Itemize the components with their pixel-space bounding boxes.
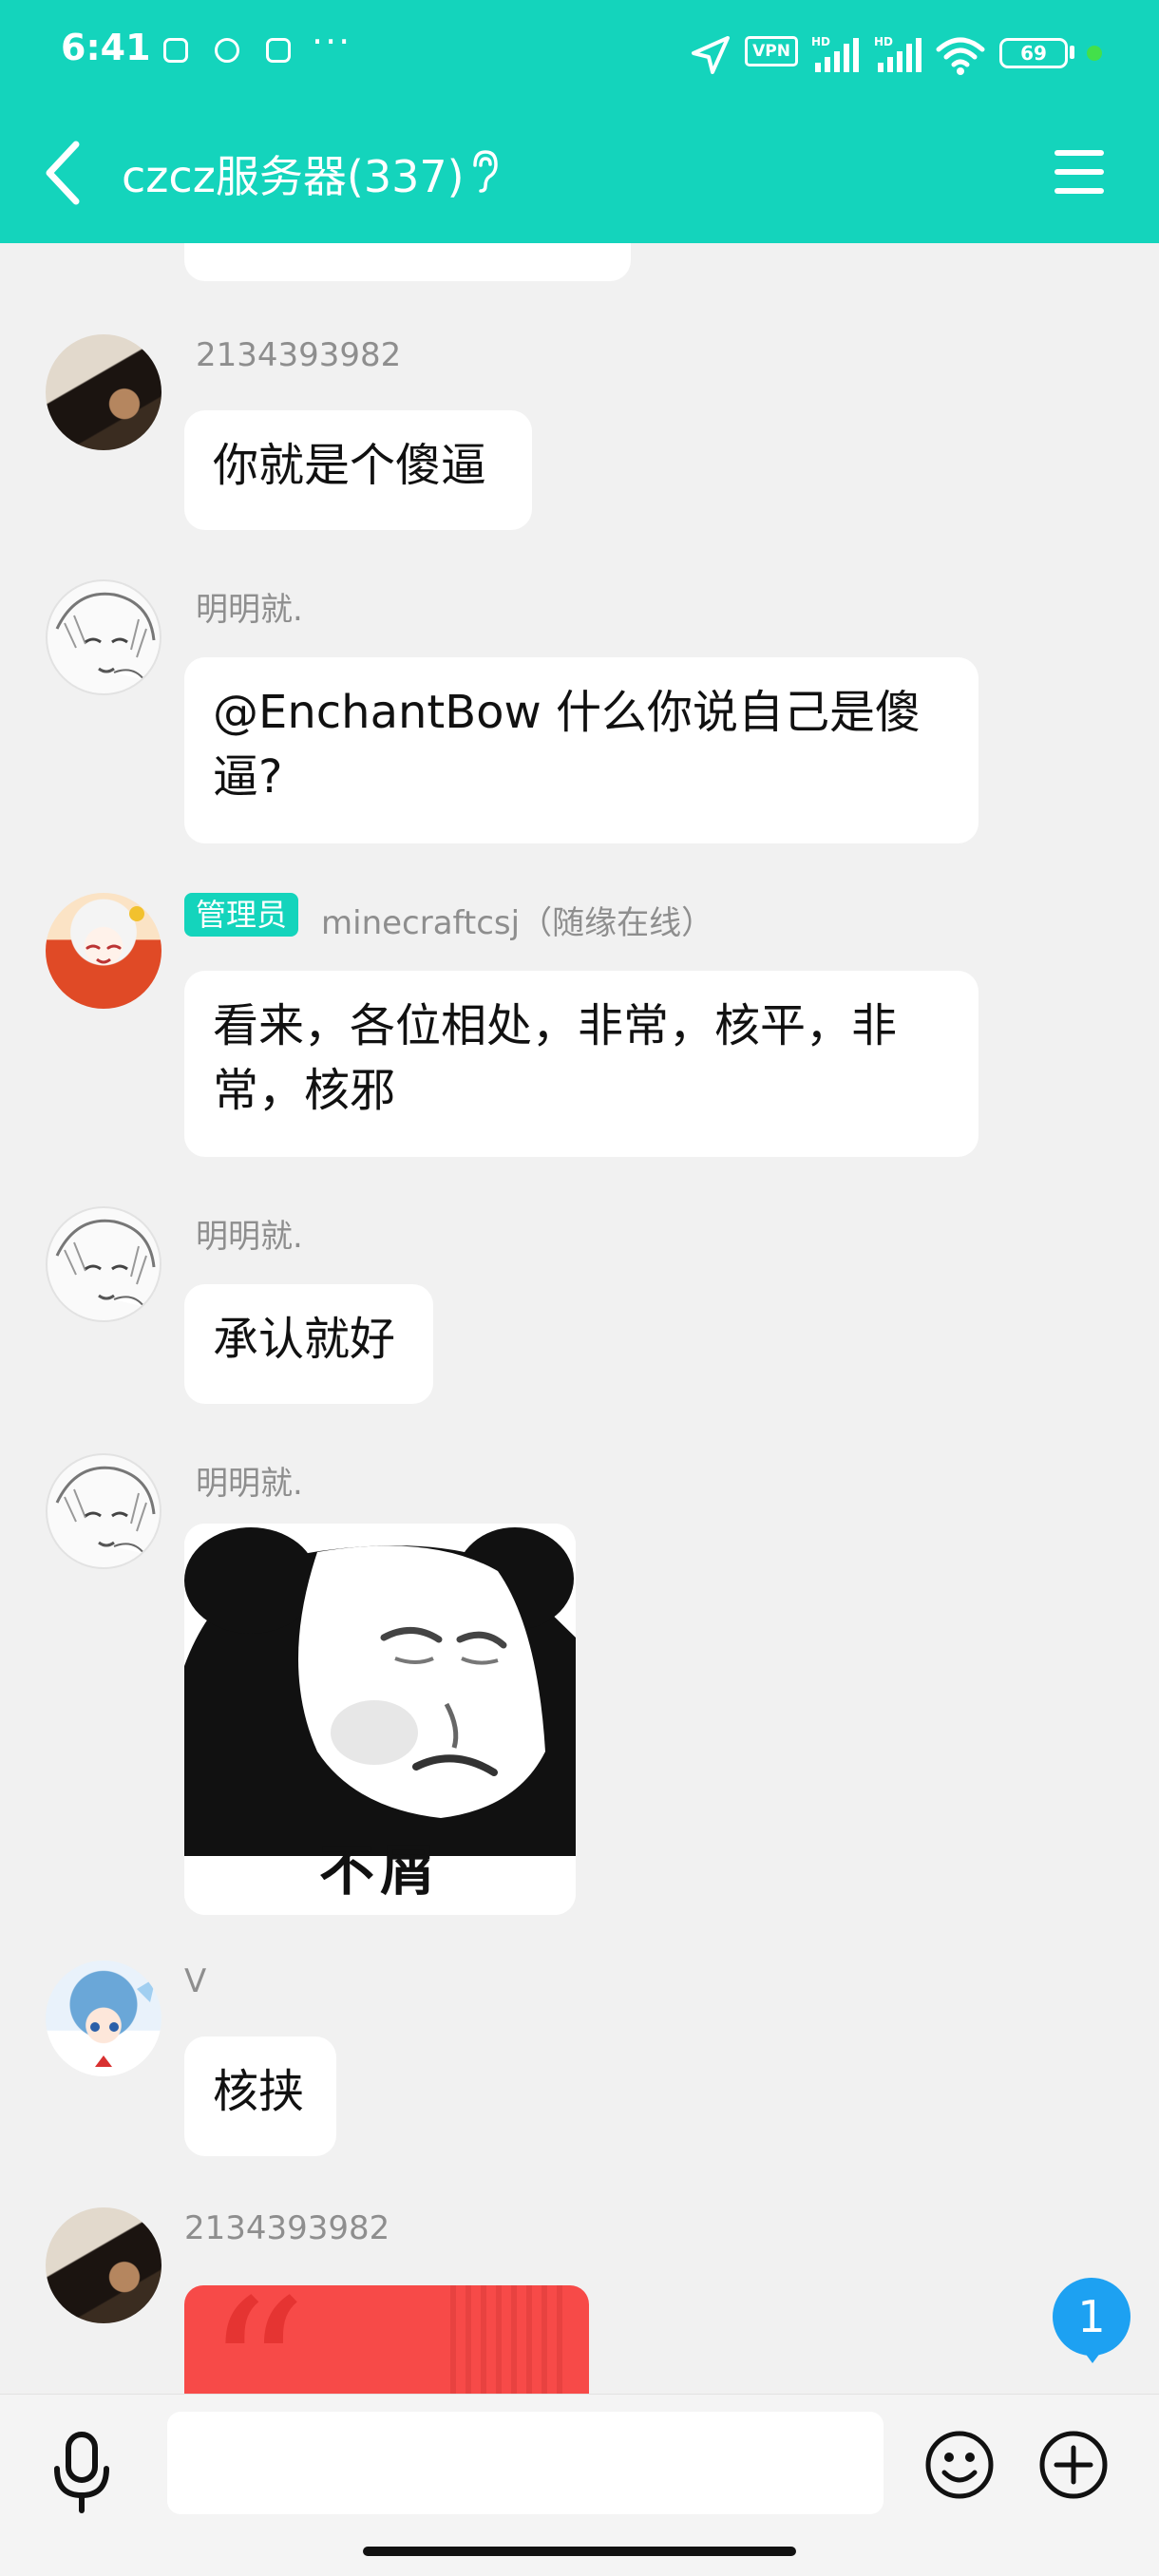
cell-signal-icon-2: HD — [874, 35, 922, 72]
wifi-icon — [936, 37, 985, 75]
status-time: 6:41 — [61, 27, 151, 68]
battery-cap — [1070, 46, 1074, 59]
unread-badge-tail — [1081, 2348, 1104, 2363]
message-text-line: 看来，各位相处，非常，核平，非 — [213, 999, 898, 1052]
message-bubble-partial[interactable] — [184, 243, 631, 281]
sketch-avatar-image — [55, 1219, 156, 1308]
message-text-line: 常，核邪 — [213, 1064, 396, 1117]
menu-line — [1054, 169, 1104, 175]
message-list[interactable]: 2134393982 你就是个傻逼 明明就. @EnchantBow 什么你说自… — [0, 243, 1159, 2394]
menu-line — [1054, 188, 1104, 194]
input-bar — [0, 2394, 1159, 2576]
svg-text:HD: HD — [874, 35, 893, 48]
card-stripes — [450, 2285, 568, 2394]
avatar[interactable] — [46, 893, 162, 1009]
sticker-caption: 不屑 — [318, 1838, 441, 1903]
chat-screen: 6:41 ··· VPN HD HD 69 czcz服务器(337) 21343… — [0, 0, 1159, 2576]
avatar[interactable] — [46, 579, 162, 695]
message-input[interactable] — [167, 2412, 884, 2514]
sketch-avatar-image — [55, 592, 156, 681]
more-notifications-icon: ··· — [312, 21, 352, 63]
sender-name: 2134393982 — [184, 2209, 390, 2247]
back-button[interactable] — [34, 133, 95, 213]
sender-name: 明明就. — [196, 591, 303, 629]
home-indicator[interactable] — [363, 2547, 796, 2556]
message-bubble[interactable]: 看来，各位相处，非常，核平，非 常，核邪 — [184, 971, 978, 1157]
avatar[interactable] — [46, 1453, 162, 1569]
menu-button[interactable] — [1045, 144, 1113, 201]
sketch-avatar-image — [55, 1466, 156, 1555]
top-bar: 6:41 ··· VPN HD HD 69 czcz服务器(337) — [0, 0, 1159, 243]
sender-name: 明明就. — [196, 1465, 303, 1503]
battery-icon: 69 — [999, 38, 1068, 68]
location-arrow-icon — [692, 36, 730, 74]
avatar[interactable] — [46, 2207, 162, 2323]
message-bubble[interactable]: 你就是个傻逼 — [184, 410, 532, 530]
sticker-image[interactable]: 不屑 — [184, 1524, 576, 1915]
app-notification-icon — [215, 38, 239, 63]
message-bubble[interactable]: 核挟 — [184, 2036, 336, 2156]
message-text: 你就是个傻逼 — [213, 439, 487, 492]
avatar[interactable] — [46, 1960, 162, 2076]
status-bar: 6:41 ··· VPN HD HD 69 — [0, 0, 1159, 104]
admin-badge: 管理员 — [184, 893, 299, 937]
unread-count-badge[interactable]: 1 — [1053, 2278, 1130, 2356]
sender-name: 2134393982 — [196, 336, 402, 374]
charging-dot — [1087, 46, 1102, 61]
anime-avatar-image — [86, 906, 144, 964]
sender-name: minecraftcsj（随缘在线） — [321, 904, 714, 942]
message-bubble[interactable]: 承认就好 — [184, 1284, 433, 1404]
plus-button[interactable] — [1037, 2429, 1110, 2501]
message-text: 核挟 — [213, 2065, 305, 2118]
chat-header: czcz服务器(337) — [0, 104, 1159, 243]
sender-name: 明明就. — [196, 1218, 303, 1256]
avatar[interactable] — [46, 1206, 162, 1322]
sender-name: V — [184, 1962, 207, 2000]
quote-card[interactable]: “ — [184, 2285, 589, 2394]
quote-mark-icon: “ — [205, 2285, 307, 2394]
translate-notification-icon — [266, 38, 291, 63]
message-text-line: 逼? — [213, 750, 283, 804]
vpn-icon: VPN — [745, 36, 798, 66]
cell-signal-icon: HD — [811, 35, 859, 72]
svg-text:HD: HD — [811, 35, 830, 48]
message-text: 承认就好 — [213, 1313, 396, 1366]
message-bubble[interactable]: @EnchantBow 什么你说自己是傻 逼? — [184, 657, 978, 843]
anime-avatar-image — [90, 1978, 156, 2067]
telegram-notification-icon — [163, 38, 188, 63]
menu-line — [1054, 150, 1104, 156]
emoji-button[interactable] — [923, 2429, 996, 2501]
ear-icon[interactable] — [469, 148, 500, 194]
avatar[interactable] — [46, 334, 162, 450]
chat-title[interactable]: czcz服务器(337) — [122, 142, 465, 205]
microphone-button[interactable] — [46, 2429, 118, 2514]
message-text-line: @EnchantBow 什么你说自己是傻 — [213, 686, 922, 739]
